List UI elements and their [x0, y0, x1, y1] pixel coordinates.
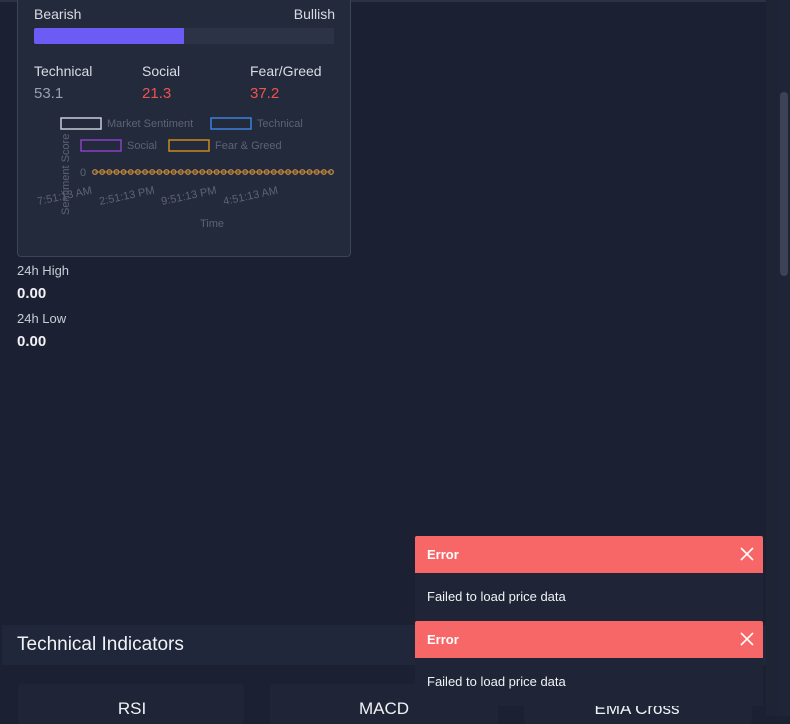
fear-greed-value: 37.2 [250, 85, 280, 102]
legend-technical: Technical [257, 118, 303, 130]
toast-body: Failed to load price data [415, 658, 763, 706]
fear-greed-label: Fear/Greed [250, 63, 322, 79]
error-toast: Error Failed to load price data [415, 536, 763, 621]
x-axis-label: Time [200, 218, 224, 230]
indicator-rsi-label: RSI [117, 699, 147, 718]
close-icon[interactable] [739, 546, 755, 562]
low-24h-label: 24h Low [17, 311, 67, 326]
page-gutter [766, 0, 778, 716]
sentiment-card: Bearish Bullish Technical 53.1 Social 21… [17, 0, 351, 257]
low-24h-value: 0.00 [17, 333, 47, 350]
social-label: Social [142, 63, 181, 79]
x-tick-label: 4:51:13 AM [222, 185, 279, 208]
legend-market-sentiment: Market Sentiment [107, 118, 193, 130]
legend-social: Social [127, 140, 157, 152]
toast-message: Failed to load price data [427, 674, 566, 689]
technical-label: Technical [34, 63, 93, 79]
toast-header: Error [415, 621, 763, 658]
bullish-label: Bullish [293, 6, 335, 22]
toast-title: Error [427, 632, 459, 647]
legend-fear-greed: Fear & Greed [215, 140, 282, 152]
legend-swatch-social [80, 139, 122, 152]
legend-swatch-market-sentiment [60, 117, 102, 130]
error-toast: Error Failed to load price data [415, 621, 763, 706]
toast-body: Failed to load price data [415, 573, 763, 621]
technical-indicators-title: Technical Indicators [17, 634, 184, 655]
x-tick-label: 2:51:13 PM [98, 184, 156, 207]
sentiment-chart: Market Sentiment Technical Social Fear &… [36, 117, 334, 230]
toast-message: Failed to load price data [427, 589, 566, 604]
legend-swatch-fear-greed [168, 139, 210, 152]
toast-header: Error [415, 536, 763, 573]
y-tick-label: 0 [80, 167, 86, 179]
sentiment-bar-fill [34, 28, 184, 44]
social-value: 21.3 [142, 85, 172, 102]
close-icon[interactable] [739, 631, 755, 647]
technical-value: 53.1 [34, 85, 64, 102]
toast-title: Error [427, 547, 459, 562]
scrollbar-thumb[interactable] [780, 92, 788, 276]
legend-swatch-technical [210, 117, 252, 130]
x-tick-label: 9:51:13 PM [160, 184, 218, 207]
bearish-label: Bearish [34, 6, 82, 22]
high-24h-value: 0.00 [17, 285, 47, 302]
high-24h-label: 24h High [17, 263, 70, 278]
sentiment-bar [34, 28, 334, 44]
